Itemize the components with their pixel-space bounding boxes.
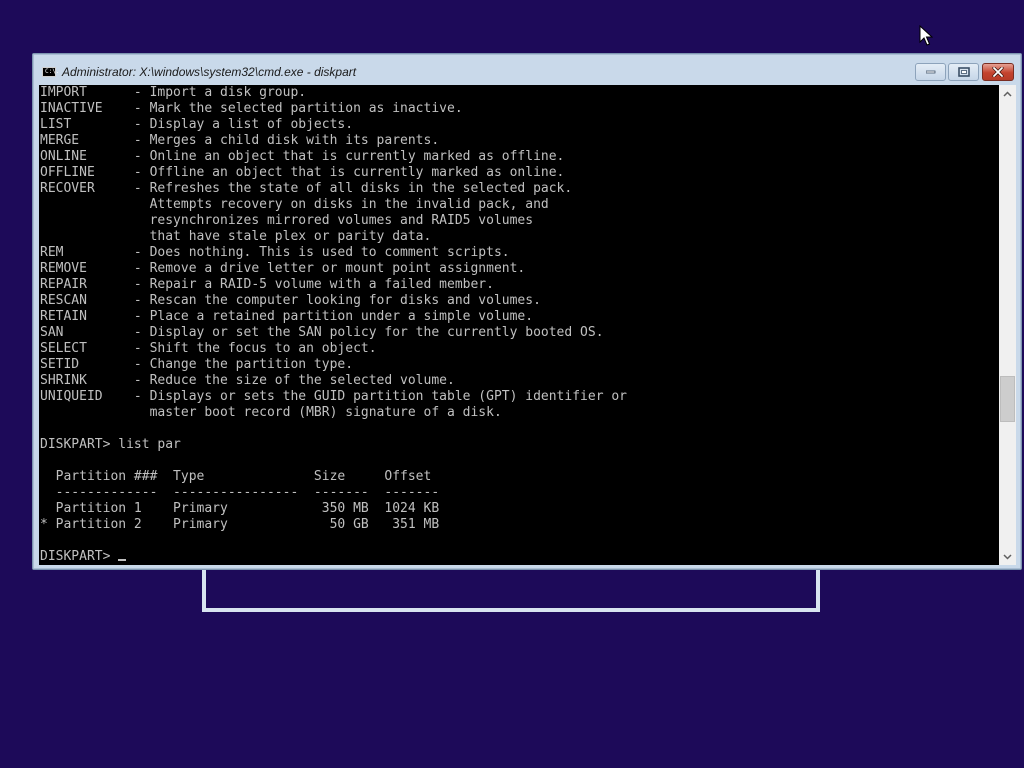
chevron-up-icon [1003,90,1012,97]
console-line: Attempts recovery on disks in the invali… [40,197,549,212]
console-output[interactable]: IMPORT - Import a disk group. INACTIVE - … [39,85,999,565]
console-line: SAN - Display or set the SAN policy for … [40,325,604,340]
minimize-button[interactable] [915,63,946,81]
restore-button[interactable] [948,63,979,81]
console-text: IMPORT - Import a disk group. INACTIVE - … [40,85,627,565]
console-line: resynchronizes mirrored volumes and RAID… [40,213,534,228]
console-line: IMPORT - Import a disk group. [40,85,307,100]
scroll-down-button[interactable] [999,548,1016,565]
scroll-up-button[interactable] [999,85,1016,102]
console-line: RECOVER - Refreshes the state of all dis… [40,181,573,196]
close-button[interactable] [982,63,1014,81]
console-line: Partition 1 Primary 350 MB 1024 KB [40,501,440,516]
text-cursor [118,559,127,561]
console-line: master boot record (MBR) signature of a … [40,405,502,420]
minimize-icon [925,70,935,74]
console-line: LIST - Display a list of objects. [40,117,354,132]
console-line: RESCAN - Rescan the computer looking for… [40,293,541,308]
console-line: OFFLINE - Offline an object that is curr… [40,165,565,180]
chevron-down-icon [1003,553,1012,560]
console-line: UNIQUEID - Displays or sets the GUID par… [40,389,627,404]
cmd-icon-glyph: C:\. [45,68,60,75]
console-line: REM - Does nothing. This is used to comm… [40,245,510,260]
mouse-pointer-icon [919,25,933,46]
cmd-app-icon[interactable]: C:\. [42,67,60,77]
title-bar[interactable]: C:\. Administrator: X:\windows\system32\… [33,54,1021,84]
console-line: DISKPART> list par [40,437,181,452]
console-line: ------------- ---------------- ------- -… [40,485,440,500]
cmd-window[interactable]: C:\. Administrator: X:\windows\system32\… [32,53,1022,570]
window-title: Administrator: X:\windows\system32\cmd.e… [62,65,357,79]
command-prompt: DISKPART> [40,549,119,564]
restore-icon [957,67,970,77]
console-line: that have stale plex or parity data. [40,229,432,244]
console-line: Partition ### Type Size Offset [40,469,432,484]
console-line: SELECT - Shift the focus to an object. [40,341,377,356]
setup-window-frame [202,565,820,612]
console-line: INACTIVE - Mark the selected partition a… [40,101,463,116]
console-line: RETAIN - Place a retained partition unde… [40,309,534,324]
console-line: MERGE - Merges a child disk with its par… [40,133,440,148]
console-line: REMOVE - Remove a drive letter or mount … [40,261,526,276]
console-line: SHRINK - Reduce the size of the selected… [40,373,455,388]
console-line: ONLINE - Online an object that is curren… [40,149,565,164]
scroll-thumb[interactable] [1000,376,1015,422]
vertical-scrollbar[interactable] [999,85,1016,565]
console-line: REPAIR - Repair a RAID-5 volume with a f… [40,277,494,292]
console-line: * Partition 2 Primary 50 GB 351 MB [40,517,440,532]
close-icon [992,67,1004,77]
command-prompt-line[interactable]: DISKPART> [40,549,627,565]
console-line: SETID - Change the partition type. [40,357,354,372]
